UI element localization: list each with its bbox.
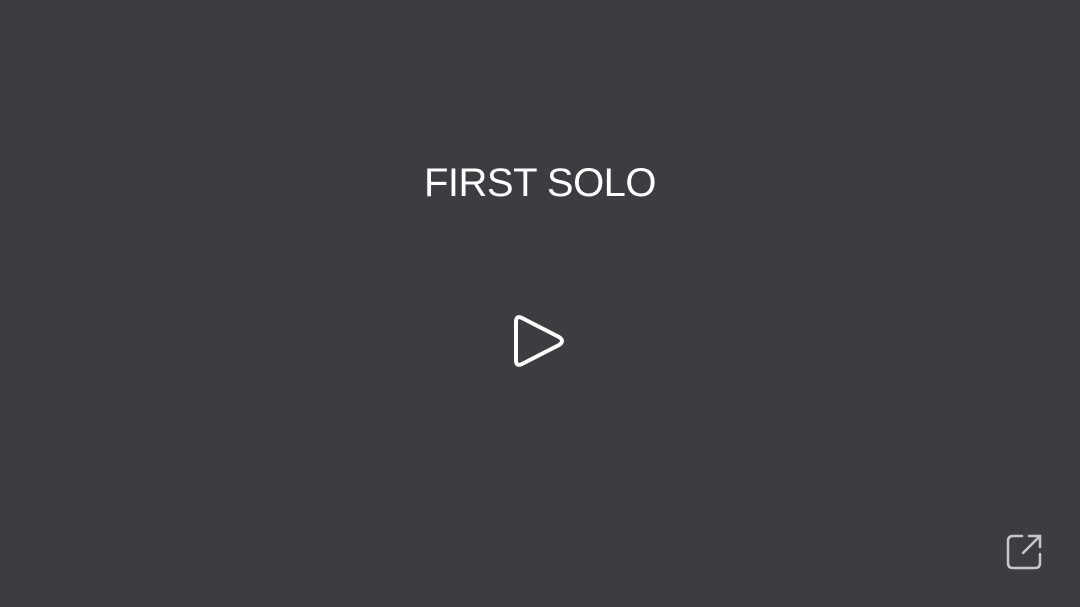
play-button[interactable] [505,308,573,374]
video-title: FIRST SOLO [423,161,657,205]
video-player: FIRST SOLO [0,0,1080,607]
play-icon [514,315,564,367]
external-link-icon [1006,534,1042,570]
open-external-button[interactable] [1003,529,1047,573]
